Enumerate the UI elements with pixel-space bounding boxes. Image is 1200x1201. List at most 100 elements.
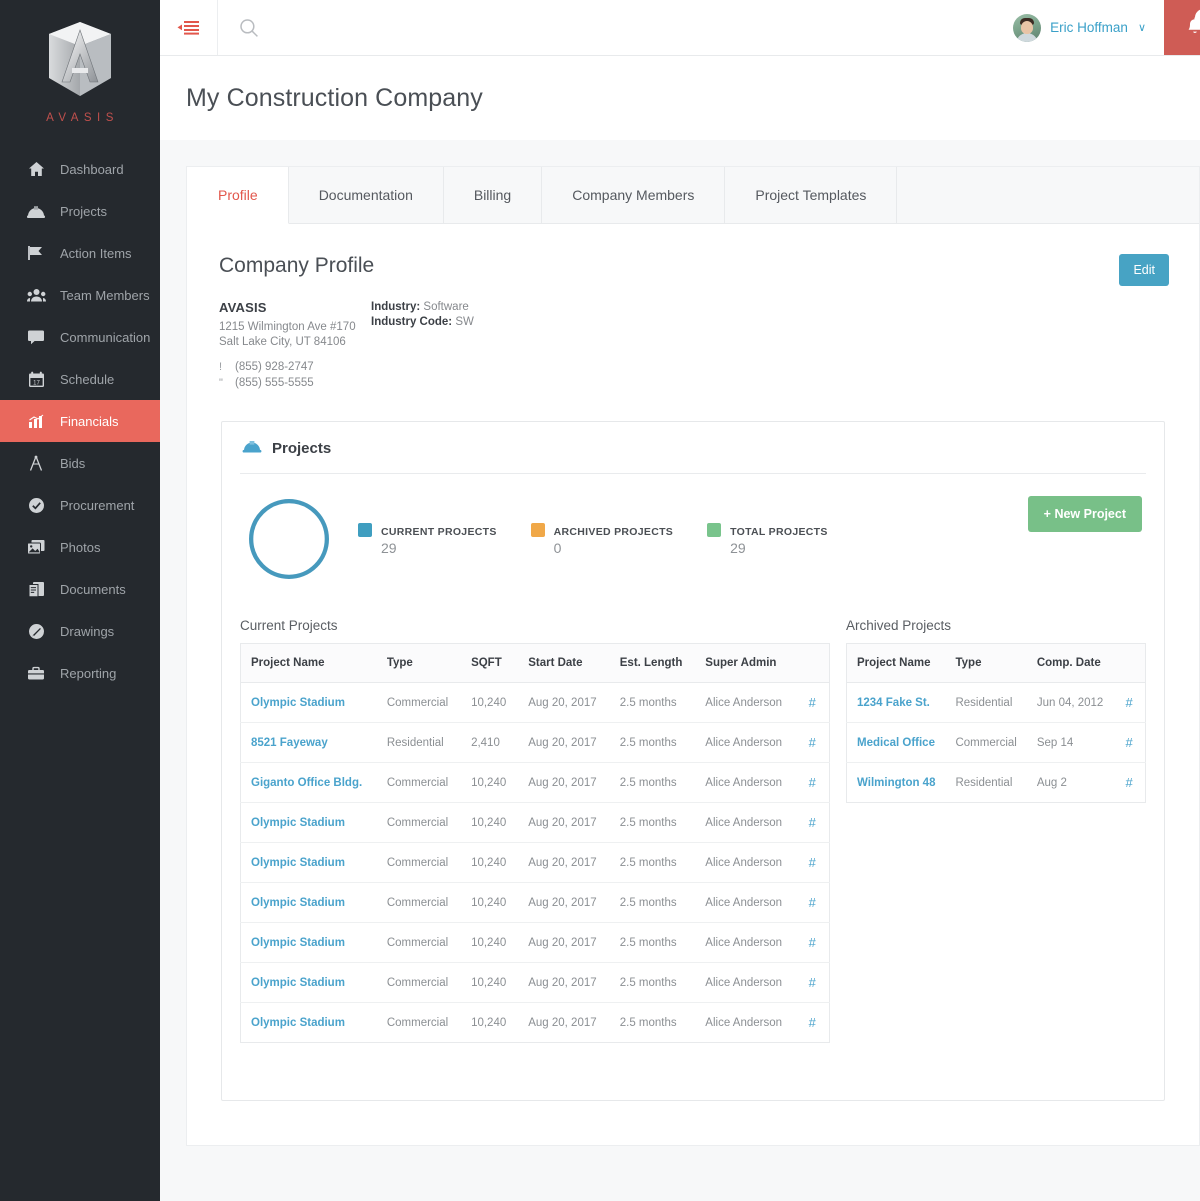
sidebar-item-team-members[interactable]: Team Members [0, 274, 160, 316]
cell-super-admin: Alice Anderson [695, 882, 796, 923]
flag-icon [26, 243, 46, 263]
col-comp-date[interactable]: Comp. Date [1026, 643, 1114, 683]
search-icon[interactable] [218, 0, 280, 55]
project-link[interactable]: 8521 Fayeway [251, 737, 328, 749]
project-link[interactable]: Medical Office [857, 737, 935, 749]
col-start-date[interactable]: Start Date [518, 643, 610, 683]
tab-project-templates[interactable]: Project Templates [725, 167, 898, 223]
current-projects-caption: Current Projects [240, 618, 338, 633]
row-actions-button[interactable]: # [1113, 682, 1146, 723]
row-actions-button[interactable]: # [795, 802, 830, 843]
project-link[interactable]: Giganto Office Bldg. [251, 777, 362, 789]
col-project-name[interactable]: Project Name [240, 643, 377, 683]
project-link[interactable]: Olympic Stadium [251, 1017, 345, 1029]
row-actions-button[interactable]: # [796, 1003, 830, 1043]
tab-bar: Profile Documentation Billing Company Me… [187, 167, 1199, 224]
table-row[interactable]: Olympic Stadium Commercial 10,240 Aug 20, 2… [240, 962, 830, 1003]
project-link[interactable]: Olympic Stadium [251, 697, 345, 709]
project-link[interactable]: Wilmington 48 [857, 777, 935, 789]
sidebar-item-dashboard[interactable]: Dashboard [0, 148, 160, 190]
tab-documentation[interactable]: Documentation [288, 167, 444, 223]
row-actions-button[interactable]: # [1113, 722, 1146, 763]
row-actions-button[interactable]: # [795, 922, 830, 963]
sidebar-item-schedule[interactable]: 17 Schedule [0, 358, 160, 400]
table-row[interactable]: Olympic Stadium Commercial 10,240 Aug 20, 2… [241, 1003, 830, 1043]
col-super-admin[interactable]: Super Admin [695, 643, 796, 683]
sidebar-label: Photos [60, 539, 101, 555]
archived-projects-table: Project Name Type Comp. Date 1234 Fake S… [846, 643, 1146, 803]
sidebar-item-documents[interactable]: Documents [0, 568, 160, 610]
phone-block: ! (855) 928-2747 " (855) 555-5555 [219, 359, 371, 391]
table-row[interactable]: Olympic Stadium Commercial 10,240 Aug 20, 2… [240, 842, 830, 883]
table-row[interactable]: Olympic Stadium Commercial 10,240 Aug 20, 2… [240, 882, 830, 923]
row-actions-button[interactable]: # [795, 962, 830, 1003]
tab-company-members[interactable]: Company Members [542, 167, 726, 223]
sidebar-item-communication[interactable]: Communication [0, 316, 160, 358]
user-menu[interactable]: Eric Hoffman ∨ [1013, 0, 1164, 55]
col-type[interactable]: Type [376, 643, 462, 683]
tab-profile[interactable]: Profile [187, 167, 289, 224]
project-link[interactable]: Olympic Stadium [251, 897, 345, 909]
sidebar-label: Procurement [60, 497, 135, 513]
cell-est-length: 2.5 months [609, 722, 696, 763]
project-link[interactable]: Olympic Stadium [251, 817, 345, 829]
archived-projects-body: 1234 Fake St. Residential Jun 04, 2012 # Med… [846, 682, 1146, 803]
project-link[interactable]: Olympic Stadium [251, 977, 345, 989]
cell-project-name: Olympic Stadium [240, 802, 377, 843]
col-project-name[interactable]: Project Name [846, 643, 946, 683]
user-name: Eric Hoffman [1050, 20, 1128, 35]
projects-card-title: Projects [272, 440, 332, 457]
sidebar-label: Documents [60, 581, 126, 597]
collapse-menu-icon[interactable] [160, 0, 218, 55]
col-sqft[interactable]: SQFT [461, 643, 519, 683]
sidebar-item-photos[interactable]: Photos [0, 526, 160, 568]
col-actions [1113, 643, 1146, 683]
cell-project-name: Wilmington 48 [847, 763, 946, 803]
edit-button[interactable]: Edit [1119, 254, 1169, 286]
phone-secondary: (855) 555-5555 [235, 377, 314, 389]
table-row[interactable]: Wilmington 48 Residential Aug 2 # [847, 763, 1146, 803]
row-actions-button[interactable]: # [795, 682, 830, 723]
row-actions-button[interactable]: # [795, 882, 830, 923]
legend-swatch-current [358, 523, 372, 537]
tab-billing[interactable]: Billing [443, 167, 543, 223]
archived-projects-caption: Archived Projects [846, 618, 952, 633]
sidebar-item-reporting[interactable]: Reporting [0, 652, 160, 694]
table-row[interactable]: Medical Office Commercial Sep 14 # [846, 722, 1146, 763]
sidebar-item-action-items[interactable]: Action Items [0, 232, 160, 274]
legend-label-total: TOTAL PROJECTS [730, 526, 828, 538]
notifications-button[interactable]: 3 [1164, 0, 1200, 55]
row-actions-button[interactable]: # [795, 762, 830, 803]
cell-type: Commercial [376, 922, 462, 963]
topbar: Eric Hoffman ∨ 3 [160, 0, 1200, 56]
row-actions-button[interactable]: # [795, 722, 830, 763]
row-actions-button[interactable]: # [795, 842, 830, 883]
table-row[interactable]: Olympic Stadium Commercial 10,240 Aug 20, 2… [240, 802, 830, 843]
table-row[interactable]: Giganto Office Bldg. Commercial 10,240 Aug … [240, 762, 830, 803]
table-row[interactable]: 1234 Fake St. Residential Jun 04, 2012 # [846, 682, 1146, 723]
sidebar-item-financials[interactable]: Financials [0, 400, 160, 442]
sidebar-item-drawings[interactable]: Drawings [0, 610, 160, 652]
projects-tables: Current Projects Project Name Type SQFT … [222, 596, 1164, 1073]
app-root: AVASIS Dashboard Projects Action Items T… [0, 0, 1200, 1201]
table-row[interactable]: 8521 Fayeway Residential 2,410 Aug 20, 2017… [240, 722, 830, 763]
new-project-button[interactable]: + New Project [1027, 496, 1142, 532]
cell-super-admin: Alice Anderson [695, 802, 796, 843]
sidebar-item-procurement[interactable]: Procurement [0, 484, 160, 526]
sidebar-item-projects[interactable]: Projects [0, 190, 160, 232]
cell-project-name: Olympic Stadium [241, 1003, 377, 1043]
bar-chart-icon [26, 411, 46, 431]
table-row[interactable]: Olympic Stadium Commercial 10,240 Aug 20, 2… [240, 682, 830, 723]
phone-primary: (855) 928-2747 [235, 361, 314, 373]
project-link[interactable]: Olympic Stadium [251, 857, 345, 869]
row-actions-button[interactable]: # [1113, 763, 1145, 803]
project-link[interactable]: Olympic Stadium [251, 937, 345, 949]
col-type[interactable]: Type [945, 643, 1027, 683]
legend-current-projects: CURRENT PROJECTS 29 [358, 522, 497, 558]
project-link[interactable]: 1234 Fake St. [857, 697, 930, 709]
brand-logo[interactable]: AVASIS [0, 0, 160, 124]
table-row[interactable]: Olympic Stadium Commercial 10,240 Aug 20, 2… [240, 922, 830, 963]
sidebar-item-bids[interactable]: Bids [0, 442, 160, 484]
cell-start-date: Aug 20, 2017 [518, 882, 610, 923]
col-est-length[interactable]: Est. Length [609, 643, 696, 683]
